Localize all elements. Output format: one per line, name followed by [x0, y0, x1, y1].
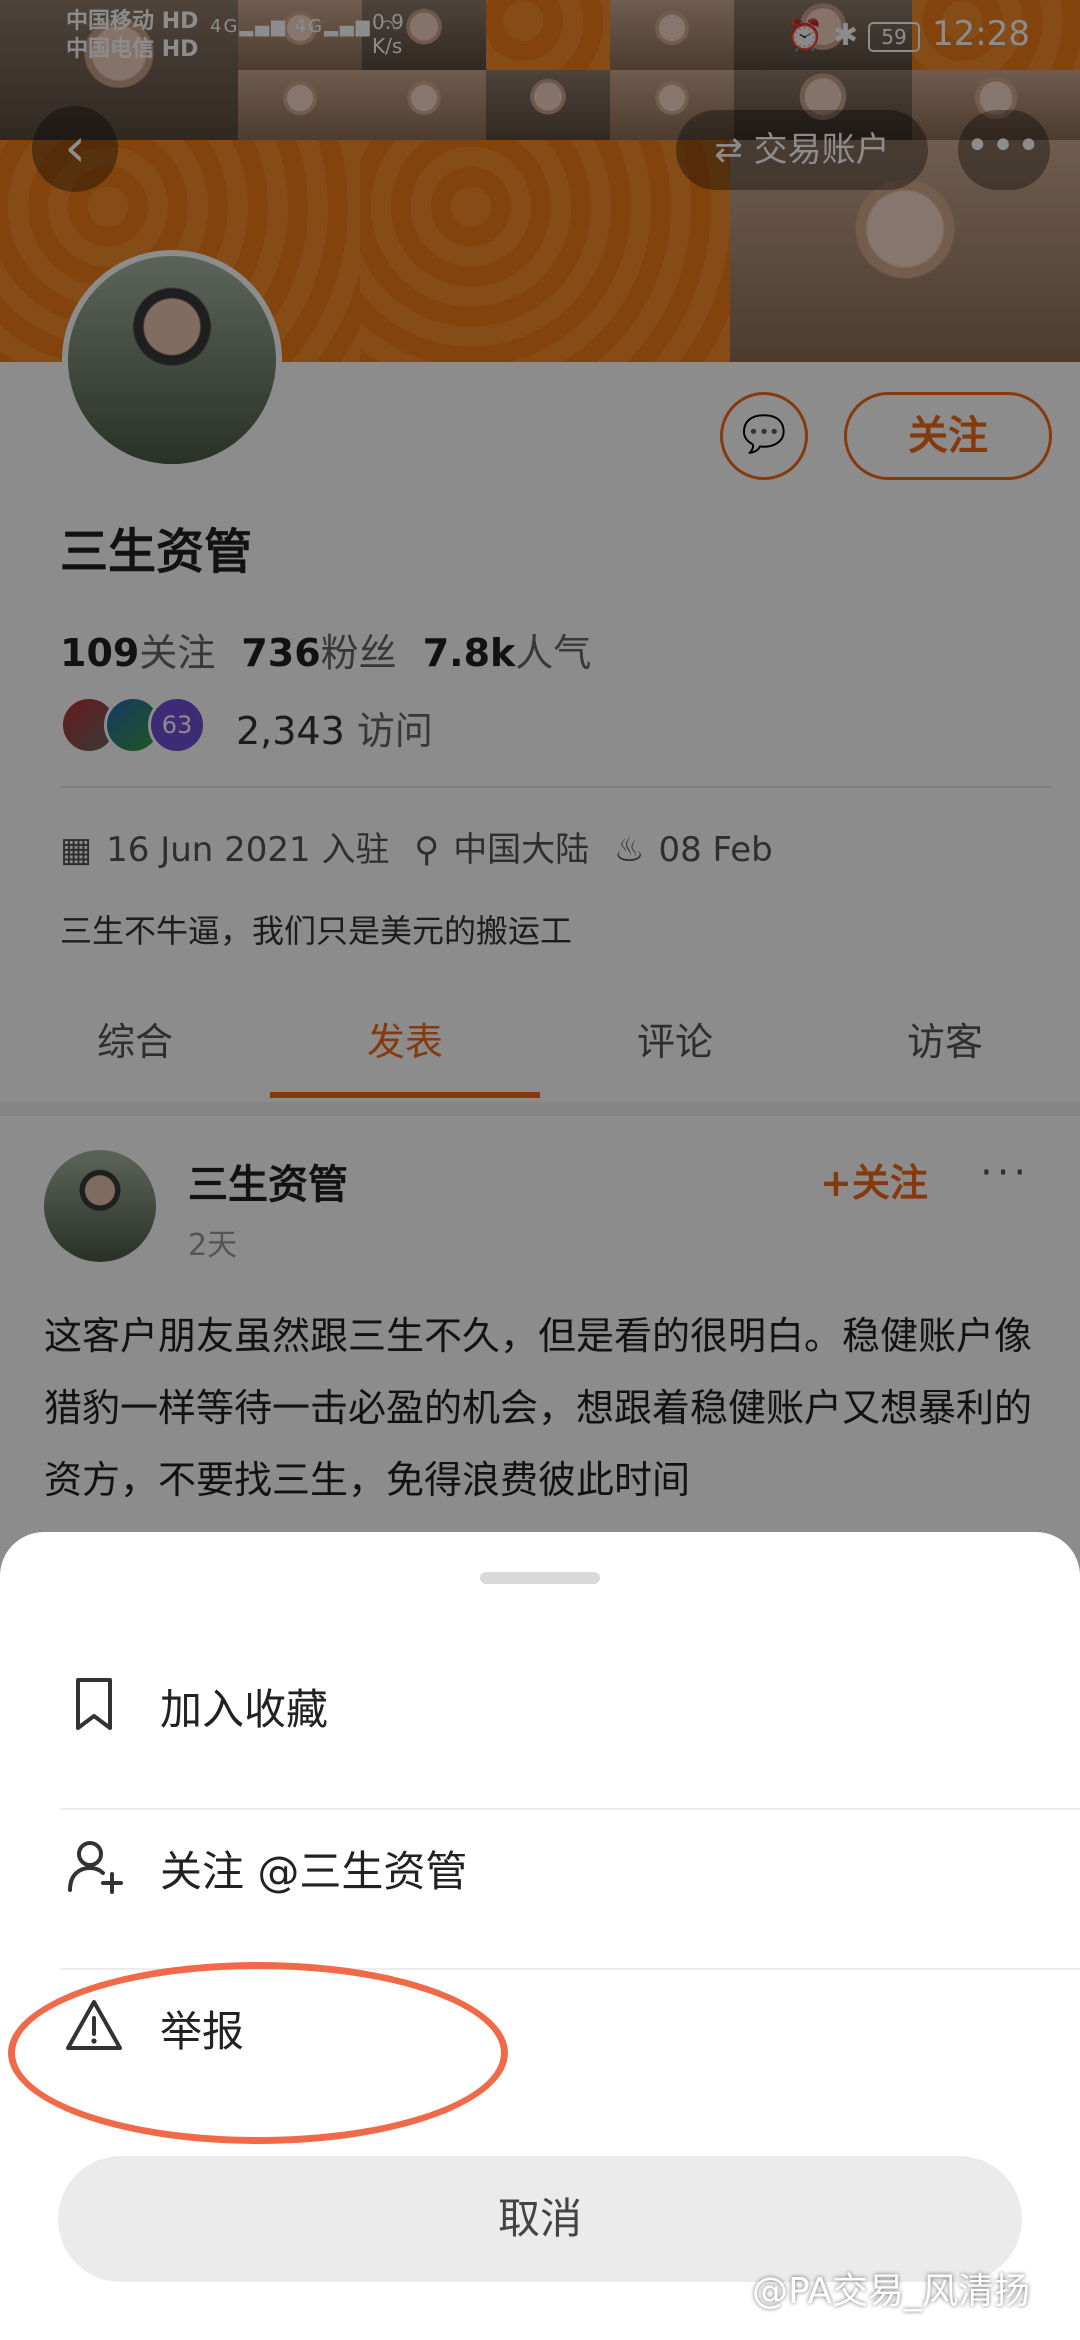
action-sheet: 加入收藏 关注 @三生资管 举报 取消: [0, 1532, 1080, 2340]
favorite-option[interactable]: 加入收藏: [0, 1624, 1080, 1784]
bookmark-icon: [76, 1678, 112, 1730]
follow-user-label: 关注 @三生资管: [160, 1847, 468, 1896]
sheet-handle[interactable]: [480, 1572, 600, 1584]
annotation-circle: [8, 1962, 508, 2144]
follow-user-option[interactable]: 关注 @三生资管: [0, 1786, 1080, 1946]
watermark: @PA交易_风清扬: [752, 2271, 1031, 2312]
favorite-label: 加入收藏: [160, 1685, 329, 1734]
add-user-icon: [68, 1841, 123, 1894]
